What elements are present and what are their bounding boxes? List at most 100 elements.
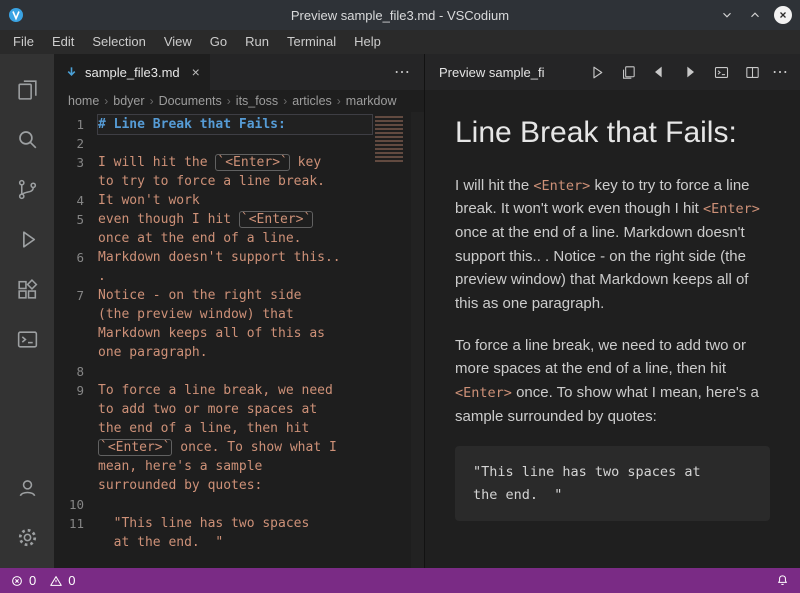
editor-line[interactable]: mean, here's a sample: [54, 457, 424, 476]
line-content: To force a line break, we need: [98, 381, 372, 400]
window-title: Preview sample_file3.md - VSCodium: [0, 8, 800, 23]
problems-indicator[interactable]: 0 0: [10, 573, 83, 588]
line-number: 8: [54, 362, 98, 381]
terminal-icon[interactable]: [710, 61, 732, 83]
editor-line[interactable]: (the preview window) that: [54, 305, 424, 324]
editor-line[interactable]: at the end. ": [54, 533, 424, 552]
editor-line[interactable]: 2: [54, 134, 424, 153]
editor-tab-bar: sample_file3.md × ⋯: [54, 54, 424, 90]
line-number: 7: [54, 286, 98, 305]
breadcrumb-item[interactable]: markdow: [346, 94, 397, 108]
line-number: 1: [54, 115, 98, 134]
editor-line[interactable]: the end of a line, then hit: [54, 419, 424, 438]
line-content: I will hit the `<Enter>` key: [98, 153, 372, 172]
menu-help[interactable]: Help: [345, 30, 390, 54]
editor-line[interactable]: 1# Line Break that Fails:: [54, 115, 424, 134]
menu-file[interactable]: File: [4, 30, 43, 54]
explorer-icon[interactable]: [3, 64, 51, 114]
editor-line[interactable]: 7Notice - on the right side: [54, 286, 424, 305]
tab-sample-file3[interactable]: sample_file3.md ×: [54, 54, 211, 90]
line-number: [54, 400, 98, 419]
editor-line[interactable]: to add two or more spaces at: [54, 400, 424, 419]
notifications-bell-icon[interactable]: [775, 573, 790, 588]
tab-label: sample_file3.md: [85, 65, 180, 80]
tab-close-icon[interactable]: ×: [192, 64, 200, 80]
minimap[interactable]: [375, 116, 410, 162]
editor-line[interactable]: surrounded by quotes:: [54, 476, 424, 495]
editor-scrollbar[interactable]: [411, 112, 424, 568]
editor-line[interactable]: once at the end of a line.: [54, 229, 424, 248]
preview-tab-label[interactable]: Preview sample_fi: [439, 65, 545, 80]
editor-more-actions-icon[interactable]: ⋯: [394, 54, 424, 90]
minimize-button[interactable]: [718, 6, 736, 24]
editor-line[interactable]: .: [54, 267, 424, 286]
breadcrumb-item[interactable]: articles: [292, 94, 332, 108]
line-number: 6: [54, 248, 98, 267]
line-number: 10: [54, 495, 98, 514]
menu-terminal[interactable]: Terminal: [278, 30, 345, 54]
titlebar: Preview sample_file3.md - VSCodium: [0, 0, 800, 30]
run-and-debug-icon[interactable]: [3, 214, 51, 264]
editor-line[interactable]: 8: [54, 362, 424, 381]
split-editor-icon[interactable]: [741, 61, 763, 83]
navigate-forward-icon[interactable]: [679, 61, 701, 83]
maximize-button[interactable]: [746, 6, 764, 24]
window-controls: [718, 6, 800, 24]
line-content: (the preview window) that: [98, 305, 372, 324]
line-content: Markdown keeps all of this as: [98, 324, 372, 343]
warning-icon: [49, 574, 63, 588]
editor-line[interactable]: 5even though I hit `<Enter>`: [54, 210, 424, 229]
source-control-icon[interactable]: [3, 164, 51, 214]
breadcrumb-item[interactable]: bdyer: [113, 94, 144, 108]
inline-code: <Enter>: [455, 385, 512, 401]
editor-body[interactable]: 1# Line Break that Fails:23I will hit th…: [54, 112, 424, 568]
breadcrumb-separator: ›: [283, 94, 287, 108]
line-content: once at the end of a line.: [98, 229, 372, 248]
editor-line[interactable]: 10: [54, 495, 424, 514]
run-icon[interactable]: [586, 61, 608, 83]
line-number: 9: [54, 381, 98, 400]
line-content: to add two or more spaces at: [98, 400, 372, 419]
breadcrumb-item[interactable]: Documents: [159, 94, 222, 108]
open-preview-icon[interactable]: [617, 61, 639, 83]
line-content: mean, here's a sample: [98, 457, 372, 476]
editor-line[interactable]: 6Markdown doesn't support this..: [54, 248, 424, 267]
editor-line[interactable]: 3I will hit the `<Enter>` key: [54, 153, 424, 172]
line-content: at the end. ": [98, 533, 372, 552]
editor-line[interactable]: `<Enter>` once. To show what I: [54, 438, 424, 457]
menu-run[interactable]: Run: [236, 30, 278, 54]
editor-line[interactable]: 4It won't work: [54, 191, 424, 210]
line-number: 3: [54, 153, 98, 172]
markdown-preview[interactable]: Line Break that Fails: I will hit the <E…: [425, 90, 800, 568]
menu-view[interactable]: View: [155, 30, 201, 54]
activity-bar: [0, 54, 54, 568]
accounts-icon[interactable]: [3, 462, 51, 512]
menu-go[interactable]: Go: [201, 30, 236, 54]
line-number: 2: [54, 134, 98, 153]
preview-more-actions-icon[interactable]: ⋯: [772, 62, 790, 82]
vscodium-window: Preview sample_file3.md - VSCodium FileE…: [0, 0, 800, 593]
preview-paragraph: To force a line break, we need to add tw…: [455, 334, 770, 429]
terminal-panel-icon[interactable]: [3, 314, 51, 364]
breadcrumb-item[interactable]: home: [68, 94, 99, 108]
editor-line[interactable]: 9To force a line break, we need: [54, 381, 424, 400]
extensions-icon[interactable]: [3, 264, 51, 314]
line-content: # Line Break that Fails:: [98, 115, 372, 134]
line-content: one paragraph.: [98, 343, 372, 362]
inline-code-token: `<Enter>`: [239, 211, 313, 228]
close-button[interactable]: [774, 6, 792, 24]
line-number: [54, 305, 98, 324]
line-content: the end of a line, then hit: [98, 419, 372, 438]
line-number: [54, 457, 98, 476]
editor-line[interactable]: to try to force a line break.: [54, 172, 424, 191]
editor-line[interactable]: 11 "This line has two spaces: [54, 514, 424, 533]
settings-gear-icon[interactable]: [3, 512, 51, 562]
search-icon[interactable]: [3, 114, 51, 164]
editor-line[interactable]: one paragraph.: [54, 343, 424, 362]
editor-line[interactable]: Markdown keeps all of this as: [54, 324, 424, 343]
line-number: 5: [54, 210, 98, 229]
menu-edit[interactable]: Edit: [43, 30, 83, 54]
breadcrumb-item[interactable]: its_foss: [236, 94, 278, 108]
navigate-back-icon[interactable]: [648, 61, 670, 83]
menu-selection[interactable]: Selection: [83, 30, 154, 54]
